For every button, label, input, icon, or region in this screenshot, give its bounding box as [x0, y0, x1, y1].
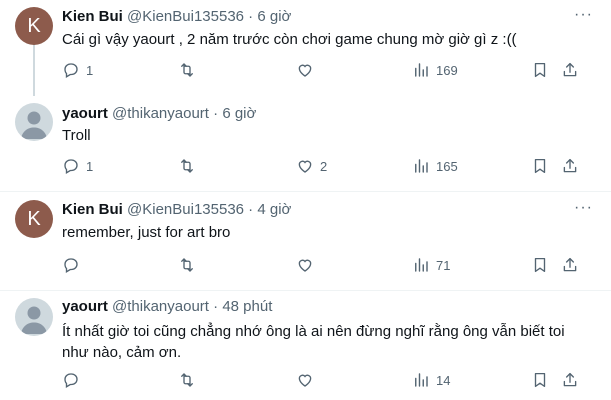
- avatar[interactable]: K: [15, 200, 53, 238]
- reply-icon: [62, 61, 80, 79]
- avatar[interactable]: [15, 298, 53, 336]
- bookmark-button[interactable]: [531, 371, 549, 389]
- action-bar: 1 2 165: [0, 157, 611, 177]
- reply-button[interactable]: 1: [62, 61, 93, 79]
- author-handle[interactable]: @KienBui135536: [127, 8, 244, 25]
- tweet-text: Cái gì vậy yaourt , 2 năm trước còn chơi…: [62, 31, 517, 48]
- reply-icon: [62, 256, 80, 274]
- separator: ·: [248, 201, 254, 218]
- views-count: 14: [436, 372, 451, 388]
- author-handle[interactable]: @thikanyaourt: [112, 105, 209, 122]
- separator: ·: [213, 298, 219, 315]
- timestamp[interactable]: 6 giờ: [257, 8, 291, 25]
- author-handle[interactable]: @thikanyaourt: [112, 298, 209, 315]
- views-icon: [412, 61, 430, 79]
- divider: [0, 290, 611, 291]
- like-button[interactable]: [296, 61, 320, 79]
- tweet[interactable]: K Kien Bui @KienBui135536 · 4 giờ ··· re…: [0, 191, 611, 290]
- like-button[interactable]: [296, 371, 320, 389]
- share-icon: [561, 256, 579, 274]
- tweet-header: yaourt @thikanyaourt · 48 phút: [62, 298, 272, 315]
- timestamp[interactable]: 48 phút: [222, 298, 272, 315]
- reply-count: 1: [86, 158, 94, 174]
- views-count: 169: [436, 62, 458, 78]
- timestamp[interactable]: 4 giờ: [257, 201, 291, 218]
- like-count: 2: [320, 158, 328, 174]
- like-icon: [296, 157, 314, 175]
- retweet-button[interactable]: [178, 61, 202, 79]
- action-bar: 1 169: [0, 61, 611, 81]
- tweet-text: Troll: [62, 127, 91, 144]
- like-icon: [296, 371, 314, 389]
- tweet[interactable]: yaourt @thikanyaourt · 48 phút Ít nhất g…: [0, 290, 611, 400]
- retweet-icon: [178, 157, 196, 175]
- tweet[interactable]: K Kien Bui @KienBui135536 · 6 giờ ··· Cá…: [0, 0, 611, 96]
- tweet-header: Kien Bui @KienBui135536 · 4 giờ: [62, 201, 291, 218]
- bookmark-icon: [531, 256, 549, 274]
- reply-count: 1: [86, 62, 94, 78]
- reply-button[interactable]: [62, 256, 86, 274]
- author-name[interactable]: Kien Bui: [62, 8, 123, 25]
- bookmark-icon: [531, 371, 549, 389]
- views-button[interactable]: 14: [412, 371, 450, 389]
- author-name[interactable]: Kien Bui: [62, 201, 123, 218]
- tweet-header: yaourt @thikanyaourt · 6 giờ: [62, 105, 256, 122]
- reply-button[interactable]: 1: [62, 157, 93, 175]
- views-button[interactable]: 71: [412, 256, 450, 274]
- bookmark-button[interactable]: [531, 256, 549, 274]
- bookmark-button[interactable]: [531, 157, 549, 175]
- separator: ·: [213, 105, 219, 122]
- avatar[interactable]: [15, 103, 53, 141]
- tweet-text: remember, just for art bro: [62, 224, 231, 241]
- views-icon: [412, 256, 430, 274]
- author-name[interactable]: yaourt: [62, 105, 108, 122]
- timestamp[interactable]: 6 giờ: [222, 105, 256, 122]
- share-button[interactable]: [561, 371, 579, 389]
- action-bar: 71: [0, 256, 611, 276]
- share-icon: [561, 61, 579, 79]
- more-icon[interactable]: ···: [574, 199, 593, 217]
- like-button[interactable]: [296, 256, 320, 274]
- views-button[interactable]: 169: [412, 61, 458, 79]
- tweet-text: Ít nhất giờ toi cũng chẳng nhớ ông là ai…: [62, 323, 565, 361]
- retweet-icon: [178, 61, 196, 79]
- views-count: 165: [436, 158, 458, 174]
- tweet[interactable]: yaourt @thikanyaourt · 6 giờ Troll 1 2 1…: [0, 96, 611, 191]
- action-bar: 14: [0, 371, 611, 391]
- default-avatar-icon: [21, 111, 47, 139]
- reply-button[interactable]: [62, 371, 86, 389]
- share-button[interactable]: [561, 157, 579, 175]
- more-icon[interactable]: ···: [574, 6, 593, 24]
- like-icon: [296, 61, 314, 79]
- retweet-icon: [178, 371, 196, 389]
- share-button[interactable]: [561, 256, 579, 274]
- default-avatar-icon: [21, 306, 47, 334]
- bookmark-icon: [531, 61, 549, 79]
- views-icon: [412, 371, 430, 389]
- like-button[interactable]: 2: [296, 157, 327, 175]
- author-name[interactable]: yaourt: [62, 298, 108, 315]
- author-handle[interactable]: @KienBui135536: [127, 201, 244, 218]
- views-count: 71: [436, 257, 451, 273]
- retweet-button[interactable]: [178, 371, 202, 389]
- retweet-button[interactable]: [178, 256, 202, 274]
- bookmark-button[interactable]: [531, 61, 549, 79]
- reply-icon: [62, 371, 80, 389]
- share-icon: [561, 157, 579, 175]
- retweet-icon: [178, 256, 196, 274]
- like-icon: [296, 256, 314, 274]
- divider: [0, 191, 611, 192]
- avatar[interactable]: K: [15, 7, 53, 45]
- share-button[interactable]: [561, 61, 579, 79]
- views-button[interactable]: 165: [412, 157, 458, 175]
- reply-icon: [62, 157, 80, 175]
- share-icon: [561, 371, 579, 389]
- views-icon: [412, 157, 430, 175]
- separator: ·: [248, 8, 254, 25]
- retweet-button[interactable]: [178, 157, 202, 175]
- tweet-header: Kien Bui @KienBui135536 · 6 giờ: [62, 8, 291, 25]
- bookmark-icon: [531, 157, 549, 175]
